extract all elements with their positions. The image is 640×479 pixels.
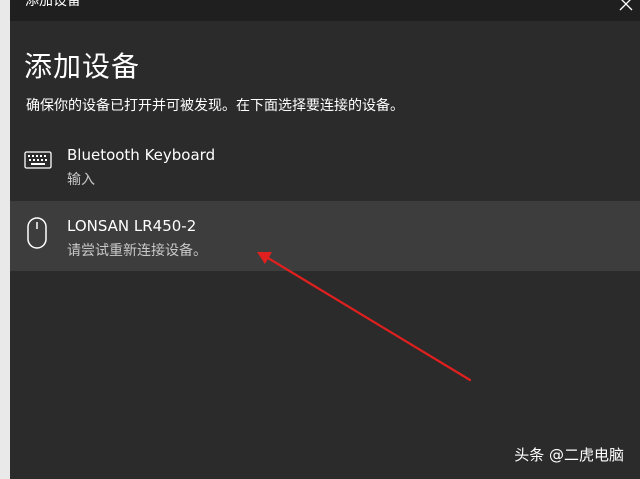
annotation-arrow: [257, 252, 472, 382]
watermark: 头条 @二虎电脑: [514, 446, 624, 464]
